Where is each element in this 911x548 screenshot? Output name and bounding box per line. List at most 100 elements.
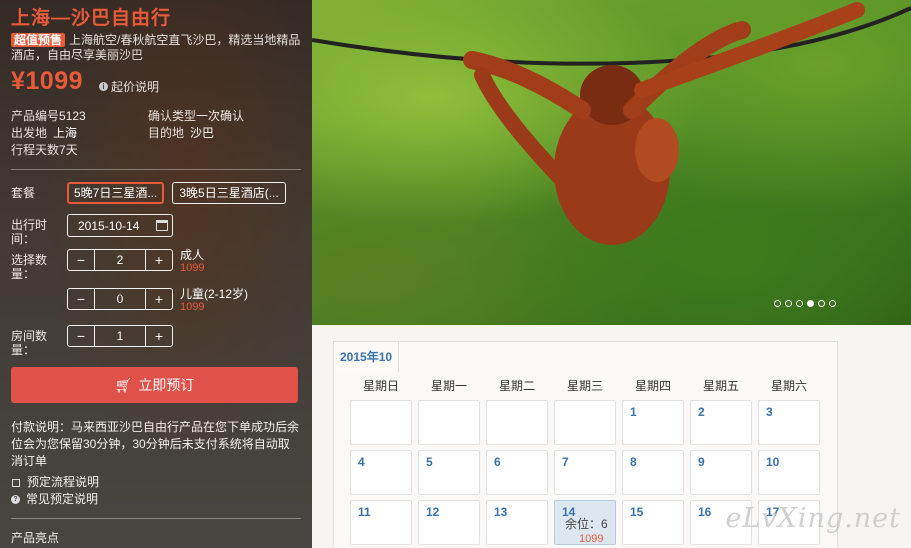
calendar-day[interactable]: 7 — [554, 450, 616, 495]
calendar-day[interactable]: 6 — [486, 450, 548, 495]
carousel-dot[interactable] — [829, 300, 836, 307]
price-row: ¥1099 i 起价说明 — [11, 67, 301, 96]
child-info: 儿童(2-12岁) 1099 — [180, 288, 248, 314]
confirm-label: 确认类型 — [148, 109, 197, 123]
adult-price: 1099 — [180, 262, 205, 274]
calendar-day[interactable]: 4 — [350, 450, 412, 495]
orangutan-photo — [312, 2, 911, 245]
rooms-plus-button[interactable]: + — [146, 326, 172, 346]
calendar-day[interactable]: 1 — [622, 400, 684, 445]
child-label: 儿童(2-12岁) — [180, 287, 249, 301]
carousel-dot[interactable] — [785, 300, 792, 307]
remaining-seats: 余位：6 — [565, 517, 608, 531]
weekday-label: 星期日 — [362, 379, 399, 393]
calendar-day[interactable]: 3 — [758, 400, 820, 445]
date-picker[interactable]: 2015-10-14 — [67, 214, 173, 237]
weekday-label: 星期四 — [634, 379, 671, 393]
calendar-empty-cell — [350, 400, 412, 445]
carousel-dot[interactable] — [818, 300, 825, 307]
booking-panel: 上海—沙巴自由行 超值预售 上海航空/春秋航空直飞沙巴，精选当地精品酒店，自由尽享… — [0, 0, 312, 548]
highlights-heading: 产品亮点 — [11, 518, 301, 546]
calendar-day[interactable]: 11 — [350, 500, 412, 545]
carousel-dots — [774, 300, 836, 307]
rooms-minus-button[interactable]: − — [68, 326, 94, 346]
date-row: 出行时间： 2015-10-14 — [11, 214, 301, 246]
package-option-2[interactable]: 3晚5日三星酒店(... — [172, 182, 286, 204]
calendar-day[interactable]: 15 — [622, 500, 684, 545]
price-note-link[interactable]: i 起价说明 — [99, 78, 159, 95]
rooms-count[interactable]: 1 — [94, 326, 146, 346]
child-plus-button[interactable]: + — [146, 289, 172, 309]
calendar-day-number: 16 — [698, 505, 712, 519]
child-price: 1099 — [180, 301, 205, 313]
promo-badge: 超值预售 — [11, 33, 66, 47]
calendar-day-number: 2 — [698, 405, 705, 419]
calendar-day-number: 8 — [630, 455, 637, 469]
adult-minus-button[interactable]: − — [68, 250, 94, 270]
carousel-dot[interactable] — [796, 300, 803, 307]
rooms-stepper[interactable]: − 1 + — [67, 325, 173, 347]
calendar-day[interactable]: 5 — [418, 450, 480, 495]
date-value: 2015-10-14 — [78, 218, 140, 233]
child-minus-button[interactable]: − — [68, 289, 94, 309]
package-option-1[interactable]: 5晚7日三星酒... — [67, 182, 165, 204]
weekday-label: 星期三 — [566, 379, 603, 393]
calendar-day-number: 12 — [426, 505, 440, 519]
package-row: 套餐 5晚7日三星酒... 3晚5日三星酒店(... — [11, 182, 301, 204]
package-label: 套餐 — [11, 186, 36, 200]
weekday-header: 星期日 星期一 星期二 星期三 星期四 星期五 星期六 — [347, 374, 823, 398]
child-row: − 0 + 儿童(2-12岁) 1099 — [11, 288, 301, 314]
question-icon: ? — [11, 495, 20, 504]
flow-link[interactable]: 预定流程说明 — [11, 474, 301, 491]
adult-count[interactable]: 2 — [94, 250, 146, 270]
promo-row: 超值预售 上海航空/春秋航空直飞沙巴，精选当地精品酒店，自由尽享美丽沙巴 — [11, 33, 301, 63]
weekday-label: 星期五 — [702, 379, 739, 393]
calendar-day[interactable]: 9 — [690, 450, 752, 495]
dest-label: 目的地 — [148, 126, 185, 140]
calendar-day[interactable]: 8 — [622, 450, 684, 495]
product-title: 上海—沙巴自由行 — [11, 8, 172, 29]
hero-image[interactable] — [312, 0, 911, 325]
watermark: eLvXing.net — [725, 503, 901, 534]
info-icon: i — [99, 82, 109, 91]
child-stepper[interactable]: − 0 + — [67, 288, 173, 310]
calendar-day-number: 15 — [630, 505, 644, 519]
book-now-label: 立即预订 — [138, 377, 195, 393]
weekday-label: 星期六 — [770, 379, 807, 393]
divider — [11, 169, 301, 170]
carousel-dot-active[interactable] — [807, 300, 814, 307]
calendar-day-number: 11 — [358, 505, 371, 519]
calendar-empty-cell — [554, 400, 616, 445]
calendar-day[interactable]: 13 — [486, 500, 548, 545]
weekday-label: 星期二 — [498, 379, 535, 393]
adult-stepper[interactable]: − 2 + — [67, 249, 173, 271]
calendar-day[interactable]: 10 — [758, 450, 820, 495]
date-label: 出行时间： — [11, 218, 48, 246]
calendar-day[interactable]: 12 — [418, 500, 480, 545]
flow-link-label: 预定流程说明 — [27, 475, 100, 489]
calendar-day[interactable]: 2 — [690, 400, 752, 445]
carousel-dot[interactable] — [774, 300, 781, 307]
cart-icon: 🛒︎ — [114, 376, 133, 393]
document-icon — [12, 478, 20, 487]
book-now-button[interactable]: 🛒︎ 立即预订 — [11, 367, 298, 403]
child-count[interactable]: 0 — [94, 289, 146, 309]
calendar-icon — [156, 220, 168, 231]
product-info: 产品编号5123 确认类型一次确认 出发地 上海 目的地 沙巴 行程天数7天 — [11, 109, 301, 158]
depart-label: 出发地 — [11, 126, 48, 140]
weekday-label: 星期一 — [430, 379, 467, 393]
calendar-day-number: 10 — [766, 455, 780, 469]
code-value: 5123 — [59, 109, 86, 123]
confirm-value: 一次确认 — [196, 109, 245, 123]
calendar-day[interactable]: 14 余位：6 1099 — [554, 500, 616, 545]
calendar-day-number: 6 — [494, 455, 501, 469]
calendar-day-number: 7 — [562, 455, 569, 469]
days-value: 7天 — [59, 143, 78, 157]
code-label: 产品编号 — [11, 109, 60, 123]
price-note-label: 起价说明 — [111, 80, 160, 94]
month-tab[interactable]: 2015年10 — [333, 341, 400, 372]
adult-plus-button[interactable]: + — [146, 250, 172, 270]
faq-link[interactable]: ? 常见预定说明 — [11, 491, 301, 508]
quantity-label: 选择数量： — [11, 253, 48, 281]
calendar-day-number: 1 — [630, 405, 637, 419]
